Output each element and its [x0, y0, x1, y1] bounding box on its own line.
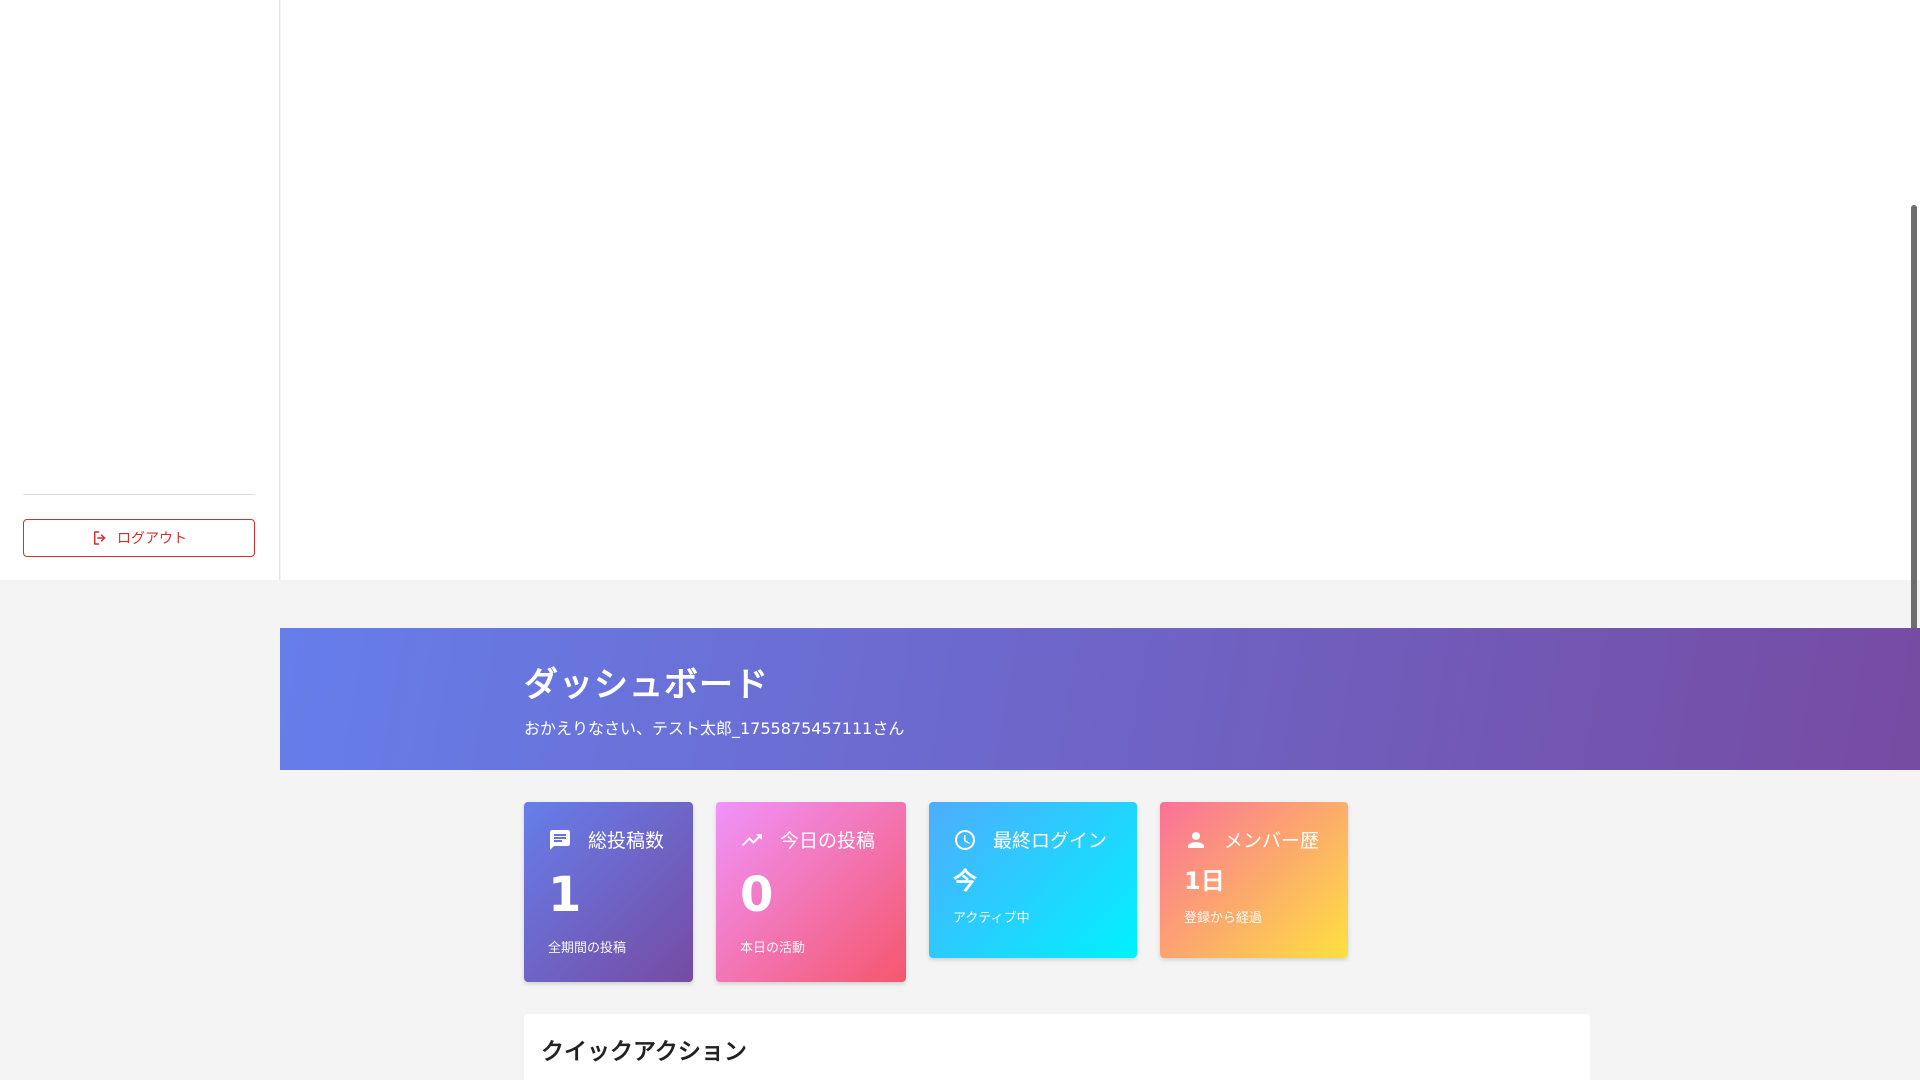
- clock-icon: [955, 829, 975, 850]
- stat-card-today-posts: 今日の投稿 0 本日の活動: [716, 802, 906, 982]
- stat-note: 全期間の投稿: [548, 941, 627, 956]
- top-content-area: [281, 0, 1920, 580]
- stat-value: 0: [740, 867, 774, 923]
- stat-title: 最終ログイン: [993, 830, 1108, 852]
- trending-up-icon: [742, 833, 762, 846]
- stat-title: 総投稿数: [588, 830, 665, 852]
- stat-note: アクティブ中: [953, 911, 1030, 926]
- logout-icon: [94, 531, 106, 545]
- stat-card-last-login: 最終ログイン 今 アクティブ中: [929, 802, 1137, 958]
- logout-button[interactable]: ログアウト: [23, 519, 255, 557]
- person-icon: [1188, 831, 1204, 848]
- stat-value: 1: [548, 867, 582, 923]
- stat-note: 登録から経過: [1184, 911, 1263, 926]
- welcome-message: おかえりなさい、テスト太郎_1755875457111さん: [524, 719, 905, 738]
- stat-title: メンバー歴: [1224, 830, 1320, 852]
- quick-actions-title: クイックアクション: [541, 1039, 747, 1065]
- logout-label: ログアウト: [117, 530, 187, 546]
- stat-value: 1日: [1184, 867, 1225, 895]
- scrollbar-thumb[interactable]: [1911, 205, 1917, 640]
- stat-card-membership: メンバー歴 1日 登録から経過: [1160, 802, 1348, 958]
- sidebar: ログアウト: [0, 0, 280, 580]
- stat-title: 今日の投稿: [780, 830, 876, 852]
- stat-note: 本日の活動: [740, 941, 806, 956]
- quick-actions-panel: クイックアクション: [524, 1014, 1590, 1080]
- sidebar-divider: [23, 494, 255, 495]
- stat-value: 今: [953, 867, 977, 895]
- chat-icon: [550, 829, 570, 850]
- page-title: ダッシュボード: [524, 665, 769, 705]
- stat-card-total-posts: 総投稿数 1 全期間の投稿: [524, 802, 693, 982]
